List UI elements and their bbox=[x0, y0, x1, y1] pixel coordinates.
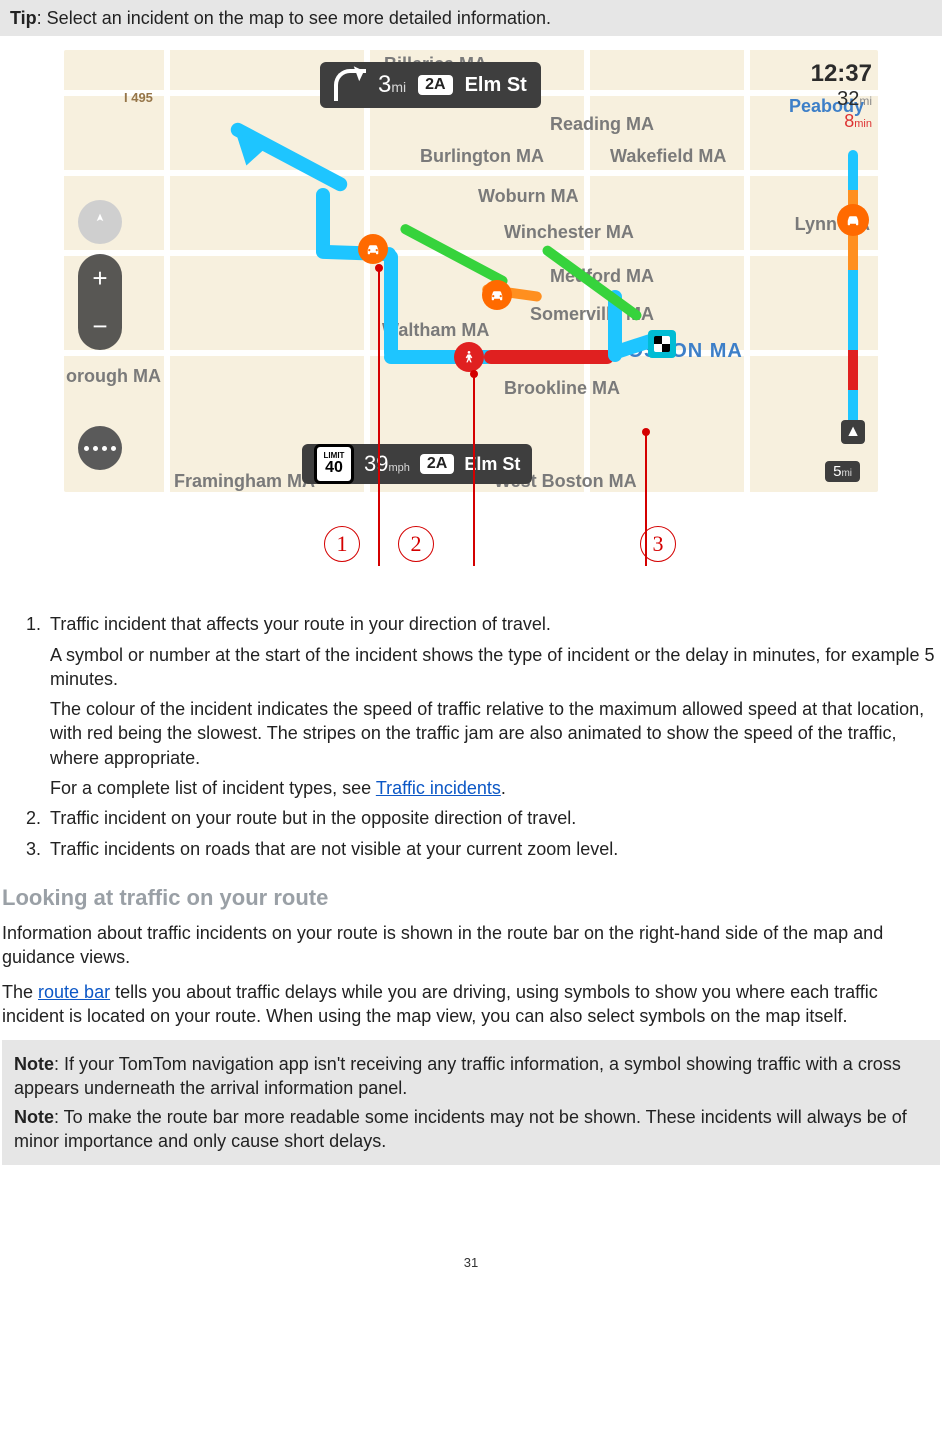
body-paragraph: The route bar tells you about traffic de… bbox=[2, 980, 940, 1029]
map-figure: Billerica MA Reading MA Burlington MA Wa… bbox=[64, 50, 878, 492]
town-label: Wakefield MA bbox=[610, 146, 726, 167]
current-speed: 39 bbox=[364, 451, 388, 476]
callout-label-2: 2 bbox=[398, 526, 434, 562]
town-label: Framingham MA bbox=[174, 471, 315, 492]
tip-text: : Select an incident on the map to see m… bbox=[37, 8, 551, 28]
instruction-distance-unit: mi bbox=[391, 79, 406, 95]
traffic-incident-icon[interactable] bbox=[482, 280, 512, 310]
roadworks-incident-icon[interactable] bbox=[454, 342, 484, 372]
callout-label-3: 3 bbox=[640, 526, 676, 562]
list-item: Traffic incident on your route but in th… bbox=[46, 806, 940, 830]
town-label: Waltham MA bbox=[382, 320, 489, 341]
main-menu-button[interactable] bbox=[78, 426, 122, 470]
town-label: Brookline MA bbox=[504, 378, 620, 399]
town-label: Reading MA bbox=[550, 114, 654, 135]
worker-icon bbox=[461, 349, 477, 365]
traffic-delay: 8 bbox=[844, 111, 854, 131]
route-bar-link[interactable]: route bar bbox=[38, 982, 110, 1002]
note-text: : If your TomTom navigation app isn't re… bbox=[14, 1054, 901, 1098]
remaining-distance-unit: mi bbox=[859, 94, 872, 108]
list-item-title: Traffic incident that affects your route… bbox=[50, 614, 551, 634]
town-label: Burlington MA bbox=[420, 146, 544, 167]
route-bar[interactable]: ▲ bbox=[848, 150, 858, 440]
list-item-paragraph: The colour of the incident indicates the… bbox=[50, 697, 940, 770]
body-paragraph: Information about traffic incidents on y… bbox=[2, 921, 940, 970]
town-label: orough MA bbox=[66, 366, 161, 387]
page-number: 31 bbox=[0, 1255, 942, 1270]
list-item: Traffic incident that affects your route… bbox=[46, 612, 940, 800]
speed-panel[interactable]: LIMIT 40 39mph 2A Elm St bbox=[302, 444, 532, 484]
car-icon bbox=[844, 211, 862, 229]
highway-shield: I 495 bbox=[124, 90, 153, 105]
zoom-in-button[interactable]: + bbox=[92, 263, 107, 294]
speed-limit-value: 40 bbox=[325, 460, 343, 476]
map-background[interactable]: Billerica MA Reading MA Burlington MA Wa… bbox=[64, 50, 878, 492]
list-item-paragraph: For a complete list of incident types, s… bbox=[50, 776, 940, 800]
next-instruction-panel[interactable]: 3mi 2A Elm St bbox=[320, 62, 541, 108]
arrival-time: 12:37 bbox=[782, 60, 872, 88]
instruction-distance: 3 bbox=[378, 71, 391, 98]
car-icon bbox=[488, 286, 506, 304]
tip-label: Tip bbox=[10, 8, 37, 28]
list-item: Traffic incidents on roads that are not … bbox=[46, 837, 940, 861]
remaining-distance: 32 bbox=[837, 88, 859, 110]
note-text: : To make the route bar more readable so… bbox=[14, 1107, 907, 1151]
note-box: Note: If your TomTom navigation app isn'… bbox=[2, 1040, 940, 1165]
town-label: Winchester MA bbox=[504, 222, 634, 243]
tip-box: Tip: Select an incident on the map to se… bbox=[0, 0, 942, 36]
list-item-paragraph: A symbol or number at the start of the i… bbox=[50, 643, 940, 692]
instruction-road-name: Elm St bbox=[465, 74, 527, 97]
note-label: Note bbox=[14, 1107, 54, 1127]
route-bar-chevron-icon: ▲ bbox=[841, 420, 865, 444]
current-speed-unit: mph bbox=[388, 462, 409, 474]
zoom-control: + − bbox=[78, 254, 122, 350]
road-ref-badge: 2A bbox=[418, 75, 452, 95]
road-ref-badge: 2A bbox=[420, 454, 454, 474]
traffic-delay-unit: min bbox=[854, 118, 872, 130]
route-bar-remaining: 5mi bbox=[825, 461, 860, 482]
destination-flag-icon[interactable] bbox=[648, 330, 676, 358]
speed-limit-sign: LIMIT 40 bbox=[314, 444, 354, 484]
section-heading: Looking at traffic on your route bbox=[2, 885, 940, 911]
callout-legend-list: Traffic incident that affects your route… bbox=[2, 612, 940, 861]
zoom-out-button[interactable]: − bbox=[92, 311, 107, 342]
town-label: Woburn MA bbox=[478, 186, 579, 207]
arrival-panel[interactable]: 12:37 32mi 8min bbox=[782, 60, 872, 132]
compass-arrow-icon bbox=[90, 212, 110, 232]
car-icon bbox=[364, 240, 382, 258]
callout-label-1: 1 bbox=[324, 526, 360, 562]
note-label: Note bbox=[14, 1054, 54, 1074]
view-switch-button[interactable] bbox=[78, 200, 122, 244]
turn-left-icon bbox=[334, 69, 366, 101]
dots-icon bbox=[84, 446, 116, 451]
traffic-incidents-link[interactable]: Traffic incidents bbox=[376, 778, 501, 798]
